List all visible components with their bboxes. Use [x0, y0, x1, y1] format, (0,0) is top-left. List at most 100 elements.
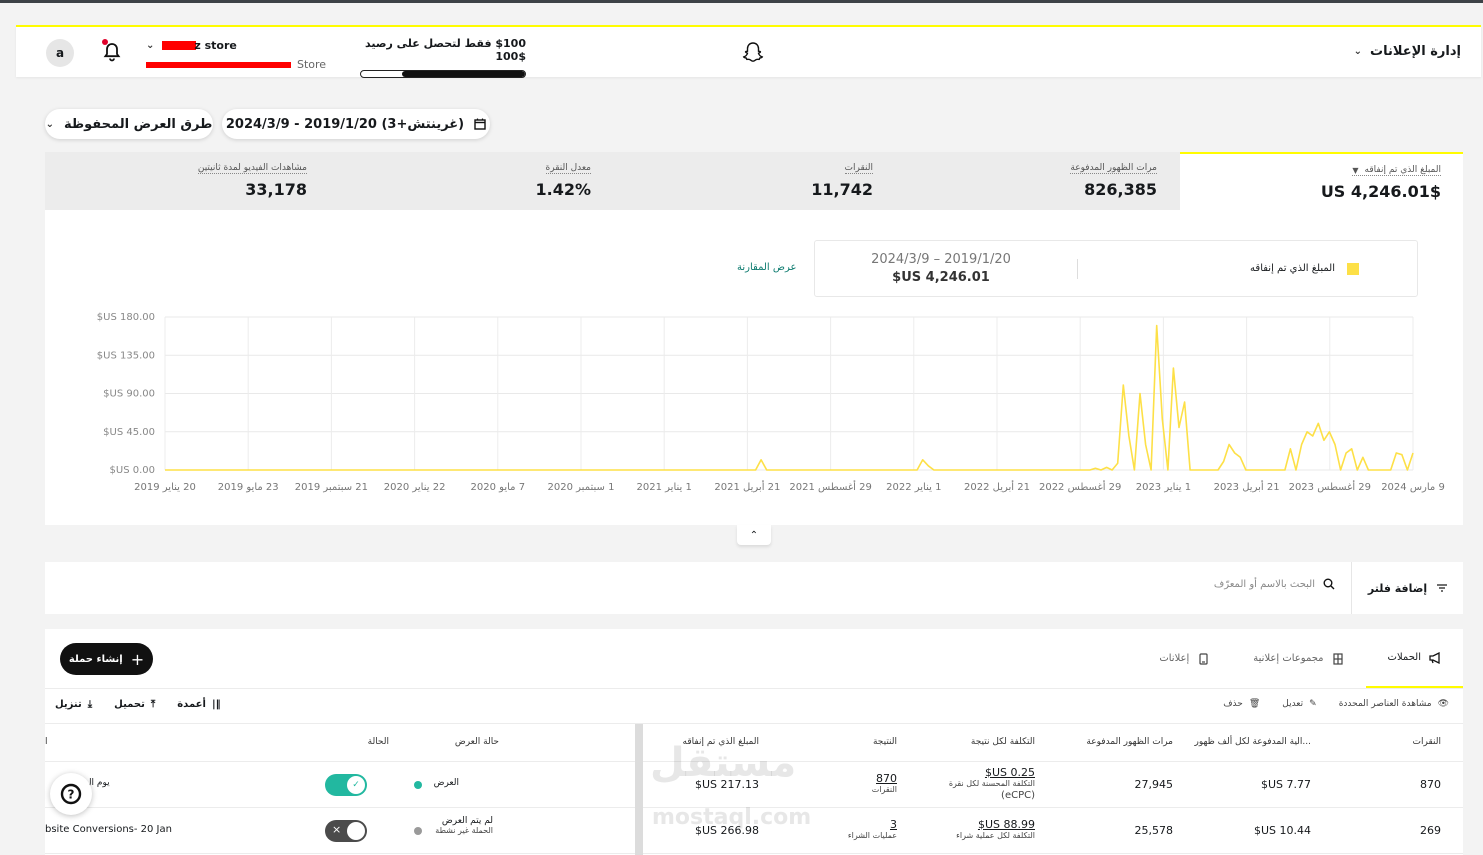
tab-campaigns[interactable]: الحملات	[1365, 629, 1463, 688]
delete-button[interactable]: 🗑 حذف	[1223, 699, 1260, 709]
help-button[interactable]: ?	[50, 773, 92, 815]
series-line	[165, 324, 1414, 471]
metric-ctr[interactable]: معدل النقرة 1.42%	[345, 152, 591, 210]
edit-button[interactable]: ✎ تعديل	[1282, 699, 1316, 709]
phone-icon	[1199, 652, 1208, 665]
entity-tabs: الحملات مجموعات إعلانية إعلانات	[1137, 629, 1463, 688]
col-delivery[interactable]: حالة العرض	[455, 737, 499, 747]
x-tick-label: 21 أبريل 2021	[714, 480, 780, 493]
table-toolbar: 👁 مشاهدة العناصر المحددة ✎ تعديل 🗑 حذف ⤓…	[45, 688, 1463, 724]
tab-ad-sets[interactable]: مجموعات إعلانية	[1231, 629, 1365, 688]
download-icon: ⤓	[87, 699, 93, 710]
metric-clicks[interactable]: النقرات 11,742	[625, 152, 873, 210]
delivery-label: العرض	[433, 778, 459, 788]
cell-cost-per-result: 88.99 US$ التكلفة لكل عملية شراء	[956, 818, 1035, 840]
toolbar-label: تنزيل	[55, 699, 82, 710]
saved-views-label: طرق العرض المحفوظة	[64, 116, 213, 132]
avatar[interactable]: a	[46, 39, 74, 67]
check-icon: ✓	[347, 776, 365, 794]
watermark-latin: mostaql.com	[652, 805, 812, 830]
megaphone-icon	[1429, 651, 1440, 664]
y-tick-label: $US 45.00	[103, 427, 155, 438]
tab-ads[interactable]: إعلانات	[1137, 629, 1231, 688]
x-tick-label: 9 مارس 2024	[1381, 482, 1445, 493]
compare-link[interactable]: عرض المقارنة	[737, 262, 796, 273]
col-clicks[interactable]: النقرات	[1413, 737, 1441, 747]
toolbar-label: تحميل	[114, 699, 145, 710]
campaign-toggle[interactable]: ×	[325, 820, 367, 842]
legend-divider	[1077, 259, 1078, 279]
credit-promo[interactable]: $100 فقط لتحصل على رصيد $100	[360, 37, 526, 78]
view-selected-button[interactable]: 👁 مشاهدة العناصر المحددة	[1339, 699, 1449, 709]
columns-button[interactable]: ‖| أعمدة	[177, 699, 220, 710]
chart-legend: المبلغ الذي تم إنفاقه 2024/3/9 – 2019/1/…	[814, 240, 1418, 297]
x-tick-label: 29 أغسطس 2023	[1289, 480, 1371, 493]
upload-button[interactable]: ⤒ تحميل	[114, 699, 155, 710]
col-cpm[interactable]: ...الية المدفوعة لكل ألف ظهور	[1194, 737, 1311, 747]
caret-down-icon: ▼	[1352, 165, 1359, 175]
spend-line-chart: $US 0.00 $US 45.00 $US 90.00 $US 135.00 $US …	[97, 312, 1445, 493]
x-tick-label: 29 أغسطس 2021	[789, 480, 871, 493]
collapse-chart-button[interactable]: ⌃	[737, 525, 771, 545]
credit-promo-text: $100 فقط لتحصل على رصيد $100	[365, 37, 526, 63]
campaign-toggle[interactable]: ✓	[325, 774, 367, 796]
help-icon: ?	[60, 783, 82, 805]
metric-value: 33,178	[245, 180, 307, 199]
x-tick-label: 23 مايو 2019	[218, 482, 279, 493]
chevron-down-icon: ⌄	[1353, 46, 1363, 57]
add-filter-button[interactable]: إضافة فلتر	[1351, 562, 1463, 614]
account-switcher[interactable]: ⌄ z store Store	[146, 39, 326, 71]
knob	[347, 822, 365, 840]
frozen-column-divider	[635, 724, 643, 855]
delivery-status-dot	[414, 781, 422, 789]
tab-label: إعلانات	[1159, 653, 1190, 664]
result-value[interactable]: 3	[890, 818, 897, 831]
svg-text:?: ?	[68, 788, 75, 802]
x-tick-label: 1 يناير 2023	[1136, 482, 1191, 493]
delivery-status-dot	[414, 827, 422, 835]
credit-progress-fill	[402, 71, 525, 77]
ads-manager-menu[interactable]: إدارة الإعلانات ⌄	[1354, 44, 1461, 59]
metric-impressions[interactable]: مرات الظهور المدفوعة 826,385	[895, 152, 1157, 210]
metric-spend[interactable]: المبلغ الذي تم إنفاقه ▼ $US 4,246.01	[1180, 152, 1463, 210]
cell-impressions: 25,578	[1134, 824, 1174, 837]
cost-value[interactable]: 88.99 US$	[978, 818, 1035, 831]
calendar-icon	[474, 118, 486, 130]
col-status[interactable]: الحالة	[368, 737, 389, 747]
date-range-label: (غرينتش+3) 2019/1/20 - 2024/3/9	[225, 116, 465, 132]
window-top-strip	[0, 0, 1483, 3]
cell-clicks: 269	[1420, 824, 1441, 837]
result-value[interactable]: 870	[876, 772, 897, 785]
toolbar-label: حذف	[1223, 699, 1243, 709]
col-name[interactable]: ا	[45, 737, 48, 747]
legend-series-name: المبلغ الذي تم إنفاقه	[1250, 263, 1335, 274]
cost-value[interactable]: 0.25 US$	[985, 766, 1035, 779]
cost-caption: التكلفة لكل عملية شراء	[956, 831, 1035, 840]
col-cost-per-result[interactable]: التكلفة لكل نتيجة	[971, 737, 1035, 747]
x-tick-label: 20 يناير 2019	[134, 482, 196, 493]
columns-icon: ‖|	[211, 699, 221, 710]
col-impressions[interactable]: مرات الظهور المدفوعة	[1086, 737, 1173, 747]
delivery-caption: الحملة غير نشطة	[435, 826, 493, 835]
ads-manager-title: إدارة الإعلانات	[1370, 44, 1461, 59]
col-result[interactable]: النتيجة	[873, 737, 897, 747]
filter-bar: إضافة فلتر البحث بالاسم أو المعرّف	[45, 562, 1463, 614]
toolbar-label: أعمدة	[177, 699, 206, 710]
search-input[interactable]: البحث بالاسم أو المعرّف	[1214, 578, 1335, 590]
metric-value: 1.42%	[535, 180, 591, 199]
date-range-picker[interactable]: (غرينتش+3) 2019/1/20 - 2024/3/9	[222, 109, 490, 139]
metric-value: 11,742	[811, 180, 873, 199]
redaction-mark	[146, 61, 291, 68]
metrics-strip: المبلغ الذي تم إنفاقه ▼ $US 4,246.01 مرا…	[45, 152, 1463, 210]
notification-dot	[102, 39, 108, 45]
download-button[interactable]: ⤓ تنزيل	[55, 699, 92, 710]
saved-views-dropdown[interactable]: طرق العرض المحفوظة ⌄	[45, 109, 213, 139]
metric-value: 826,385	[1084, 180, 1157, 199]
x-tick-label: 1 سبتمبر 2020	[548, 482, 615, 493]
plus-icon: +	[130, 649, 145, 669]
metric-video-views[interactable]: مشاهدات الفيديو لمدة ثانيتين 33,178	[45, 152, 307, 210]
cost-caption: التكلفة المحسنة لكل نقرة	[948, 779, 1035, 788]
cell-name[interactable]: bsite Conversions- 20 Jan	[45, 824, 172, 835]
create-campaign-button[interactable]: + إنشاء حملة	[60, 643, 153, 675]
snapchat-ghost-icon[interactable]	[741, 41, 765, 65]
